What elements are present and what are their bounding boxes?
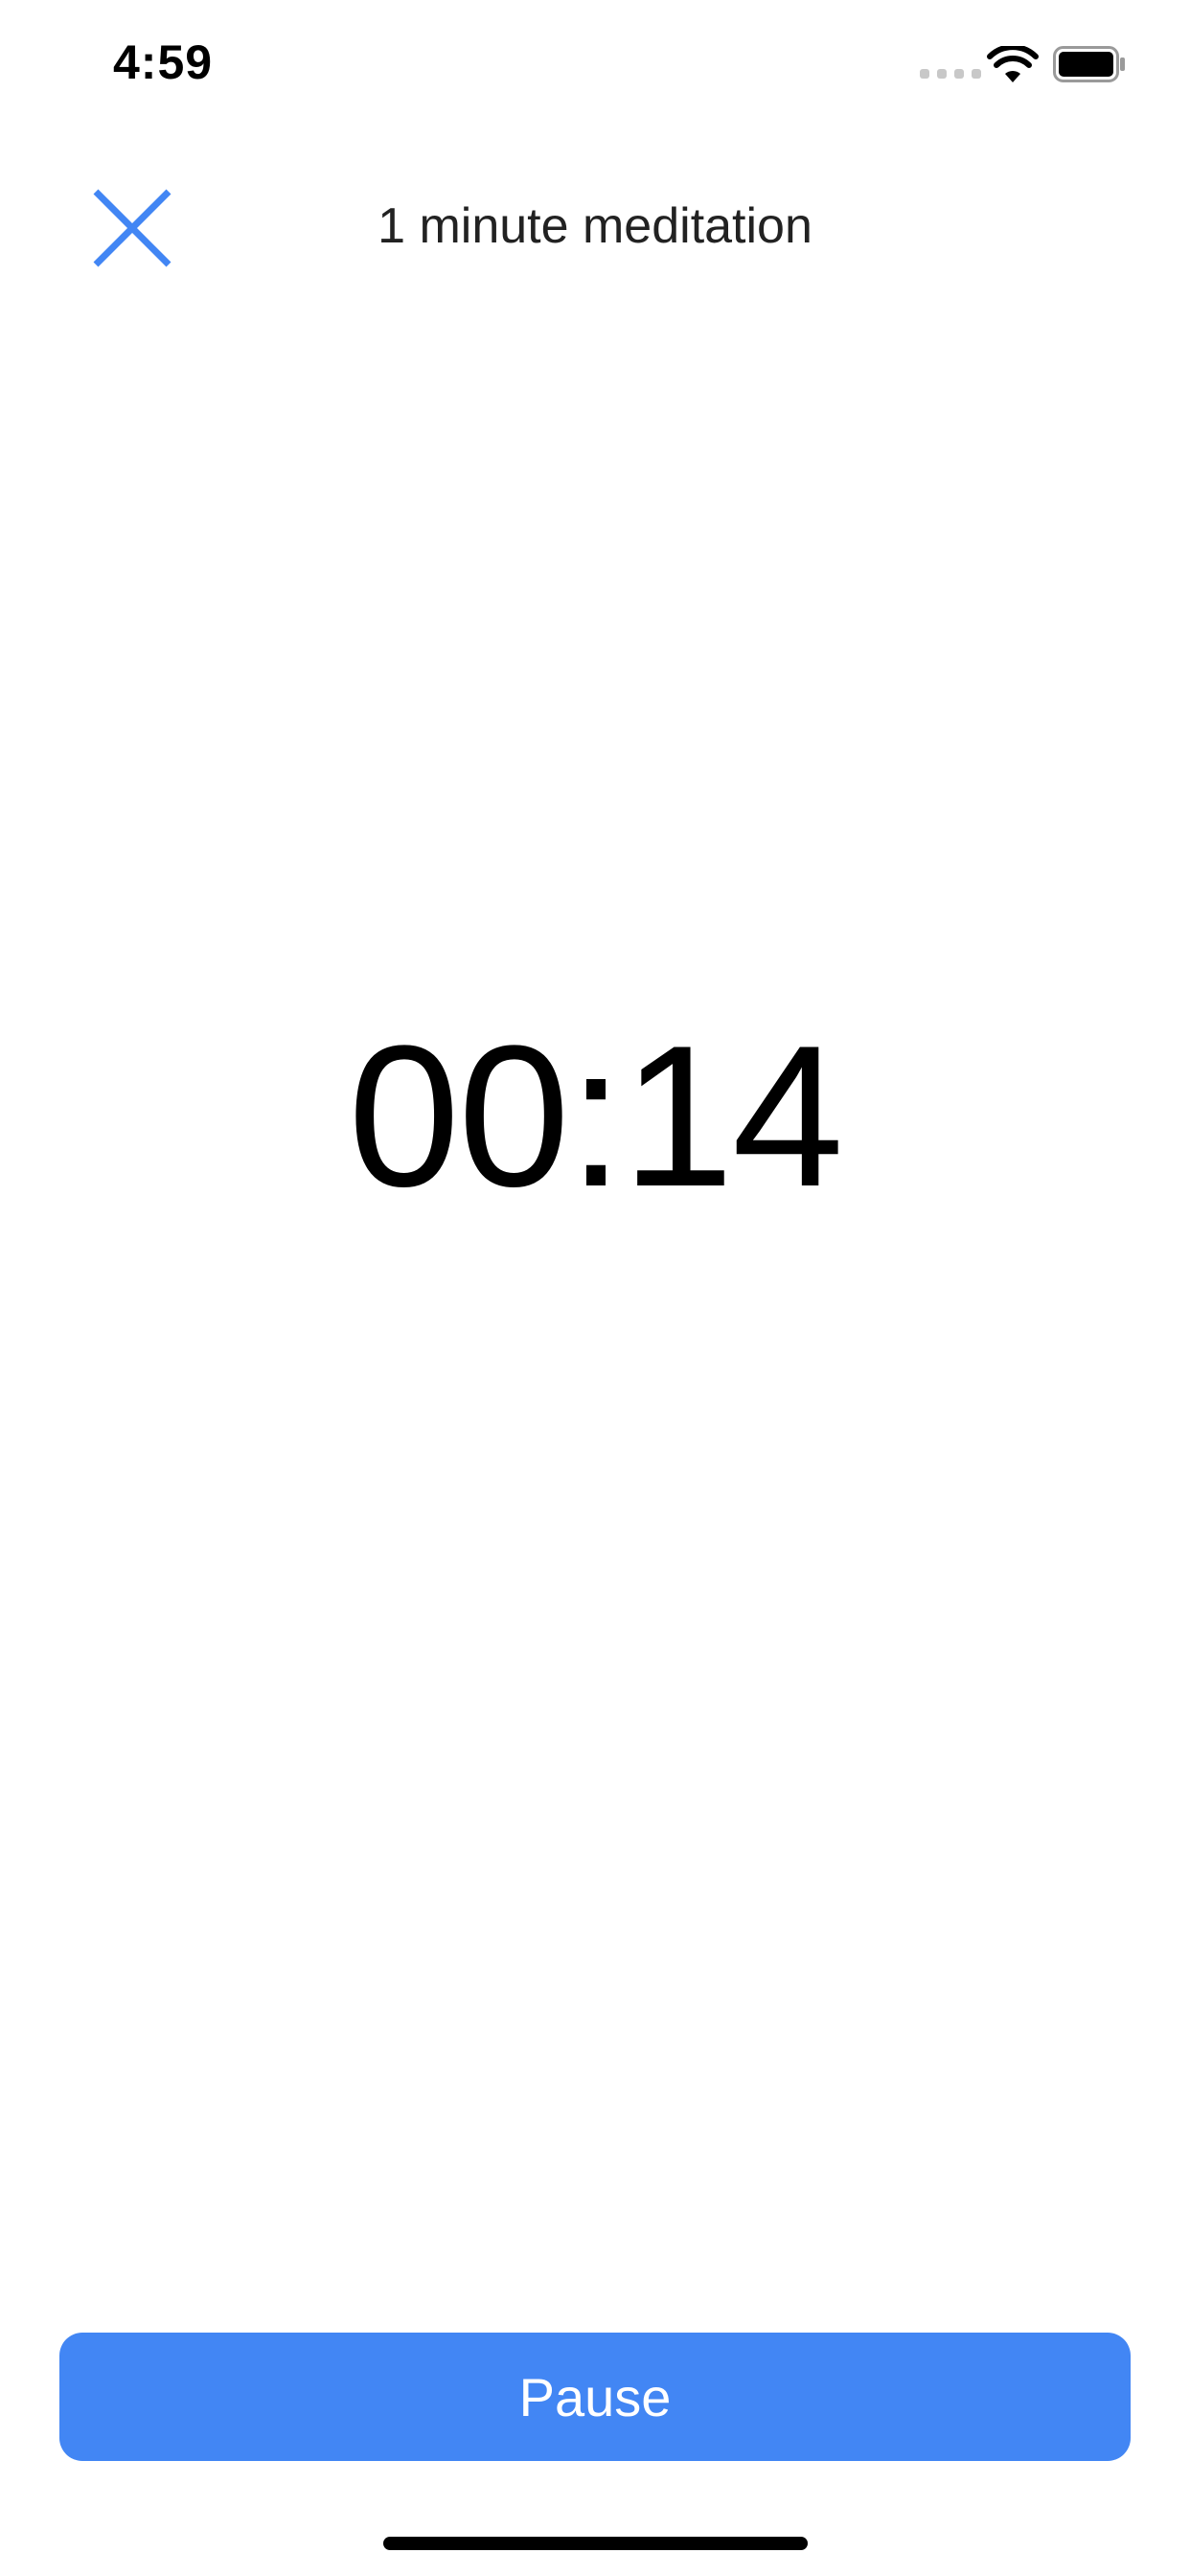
nav-bar: 1 minute meditation: [0, 126, 1190, 328]
status-bar: 4:59: [0, 0, 1190, 126]
status-time: 4:59: [113, 35, 214, 89]
cellular-signal-icon: [920, 69, 981, 79]
wifi-icon: [987, 46, 1039, 82]
timer-display: 00:14: [348, 1003, 844, 1229]
home-indicator[interactable]: [383, 2537, 808, 2550]
battery-icon: [1053, 46, 1125, 82]
page-title: 1 minute meditation: [378, 198, 812, 254]
pause-button[interactable]: Pause: [59, 2333, 1131, 2461]
